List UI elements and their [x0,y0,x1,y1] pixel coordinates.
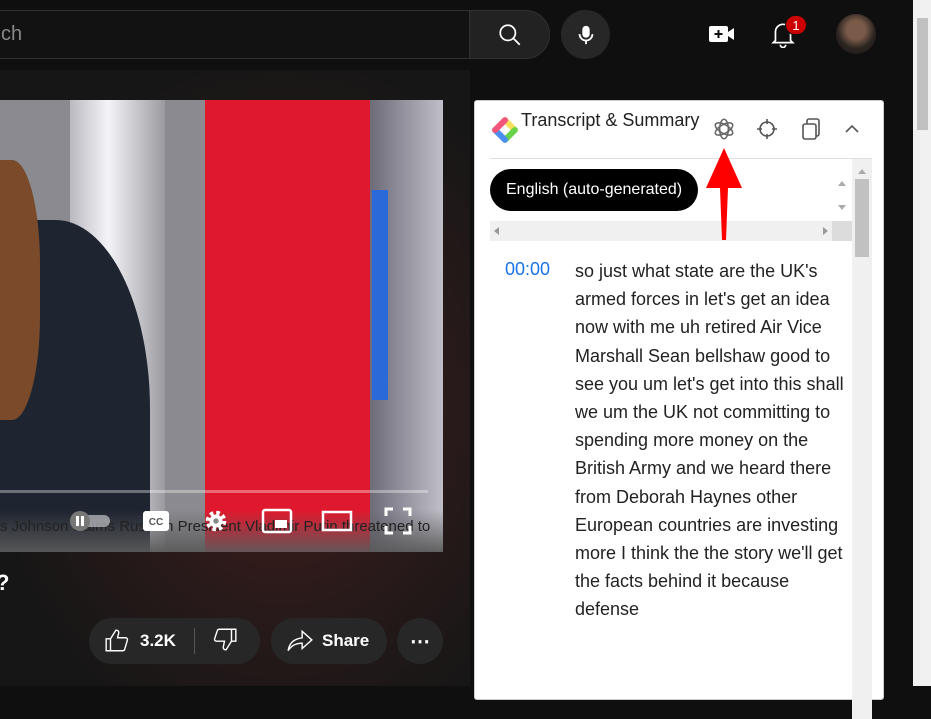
header-divider [490,158,872,159]
scroll-right-arrow-icon[interactable] [823,227,828,235]
language-button[interactable]: English (auto-generated) [490,169,699,211]
scroll-up-arrow-icon[interactable] [838,177,846,186]
cc-icon: CC [143,511,169,531]
miniplayer-button[interactable] [260,508,294,534]
svg-text:CC: CC [149,517,163,528]
gear-icon [205,510,227,532]
video-frame-blue [372,190,388,400]
top-bar: ch 1 [0,0,913,70]
transcript-scrollbar[interactable] [852,159,872,719]
more-actions-button[interactable]: ⋯ [397,618,443,664]
search-button[interactable] [469,10,550,59]
like-dislike-group: 3.2K [89,618,260,664]
autoplay-toggle[interactable] [68,508,112,534]
voice-search-button[interactable] [561,10,610,59]
collapse-button[interactable] [838,115,866,143]
fullscreen-icon [384,507,412,535]
scrollbar-thumb[interactable] [855,179,869,257]
captions-button[interactable]: CC [141,508,171,534]
miniplayer-icon [261,508,293,534]
video-frame-red [205,100,370,552]
create-button[interactable] [705,17,739,51]
microphone-icon [578,25,593,44]
page-scrollbar[interactable] [913,0,931,686]
share-label: Share [322,631,370,650]
pause-icon [70,511,110,531]
panel-title: Transcript & Summary [521,110,700,130]
like-button[interactable]: 3.2K [89,628,194,654]
scroll-left-arrow-icon[interactable] [494,227,499,235]
create-video-icon [709,26,734,42]
jump-to-current-button[interactable] [753,115,781,143]
video-player[interactable]: s Johnson claims Russian President Vladi… [0,100,443,552]
thumbs-up-icon [105,629,129,652]
language-horizontal-scrollbar[interactable] [490,221,832,241]
dislike-button[interactable] [195,626,238,657]
chevron-up-icon [845,124,859,133]
chatgpt-summary-button[interactable] [710,115,738,143]
page-scrollbar-thumb[interactable] [917,18,928,130]
video-title: ? [0,570,9,596]
copy-icon [802,118,820,140]
share-button[interactable]: Share [271,618,387,664]
scrollbar-corner [832,221,852,241]
thumbs-down-icon [213,628,237,651]
notification-badge: 1 [785,15,807,35]
timestamp-link[interactable]: 00:00 [505,259,550,280]
avatar[interactable] [836,14,876,54]
copy-transcript-button[interactable] [797,115,825,143]
extension-logo-icon [492,117,518,143]
share-icon [287,629,313,652]
theater-mode-button[interactable] [320,508,354,534]
scroll-up-arrow-icon[interactable] [858,165,866,174]
transcript-panel: Transcript & Summary English (auto-gener… [474,100,884,719]
fullscreen-button[interactable] [383,507,413,535]
annotation-arrow-icon [706,148,742,240]
crosshair-icon [757,119,777,139]
search-icon [498,23,520,45]
search-input[interactable]: ch [0,10,470,59]
settings-button[interactable] [201,508,231,534]
language-vertical-scrollbar[interactable] [832,169,852,221]
like-count: 3.2K [140,631,176,650]
transcript-text: so just what state are the UK's armed fo… [575,261,844,620]
theater-icon [321,510,353,532]
chatgpt-icon [714,118,734,140]
progress-bar[interactable] [0,490,428,493]
scroll-down-arrow-icon[interactable] [838,205,846,214]
